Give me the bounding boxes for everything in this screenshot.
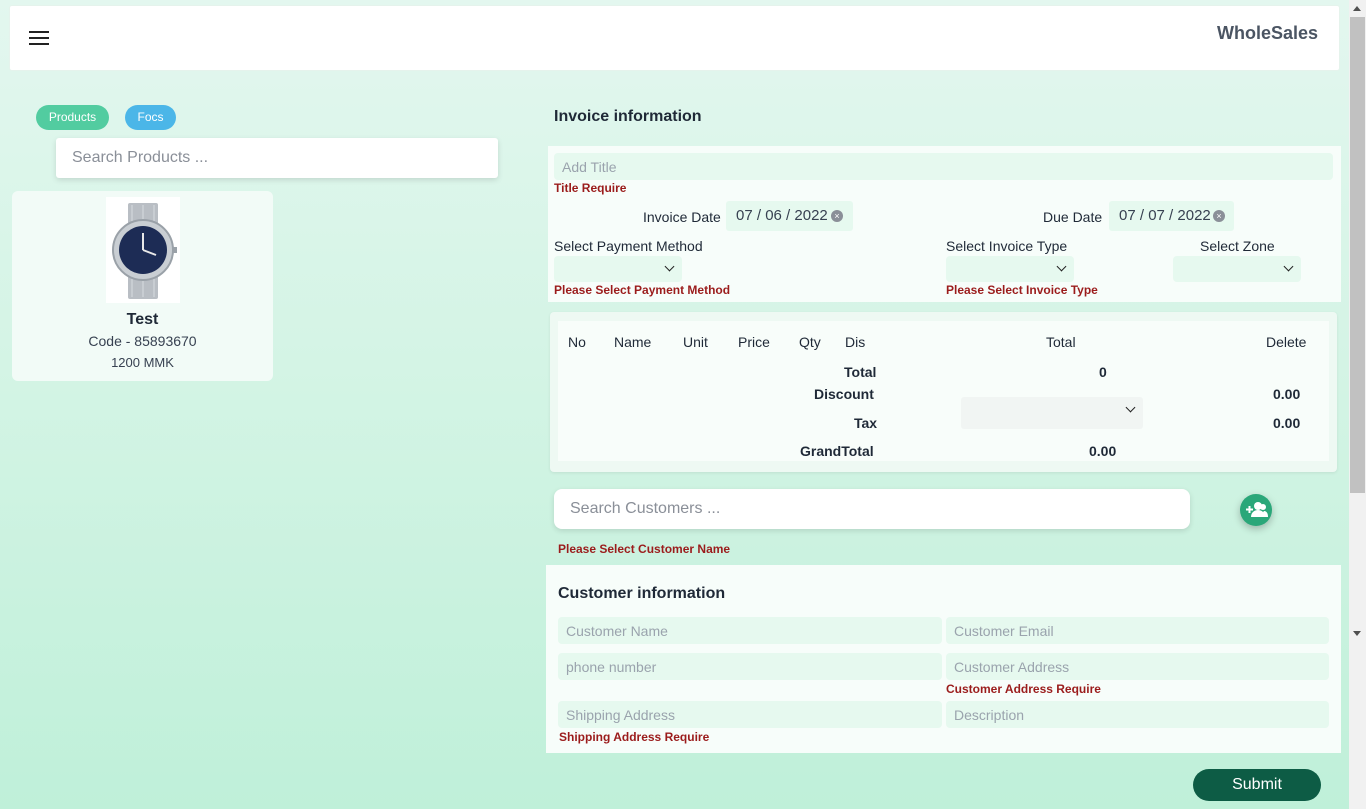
invoice-items-table: No Name Unit Price Qty Dis Total Delete … xyxy=(550,312,1337,472)
due-date-label: Due Date xyxy=(1043,209,1103,225)
shipping-address-field[interactable] xyxy=(558,701,942,728)
invoice-type-error: Please Select Invoice Type xyxy=(946,283,1098,297)
total-label: Total xyxy=(844,364,877,380)
product-code: Code - 85893670 xyxy=(88,333,197,349)
title-error: Title Require xyxy=(554,181,627,195)
watch-image xyxy=(106,197,180,303)
tab-focs[interactable]: Focs xyxy=(125,105,176,130)
product-name: Test xyxy=(126,311,159,328)
chevron-down-icon xyxy=(1283,261,1294,272)
chevron-down-icon xyxy=(1125,402,1136,413)
customer-name-error: Please Select Customer Name xyxy=(558,542,731,556)
invoice-title-input[interactable] xyxy=(554,153,1333,180)
column-header: Name xyxy=(614,334,652,350)
column-header: Qty xyxy=(799,334,821,350)
brand-title: WholeSales xyxy=(1216,23,1318,43)
add-user-button[interactable] xyxy=(1240,494,1272,526)
product-card[interactable]: Test Code - 85893670 1200 MMK xyxy=(12,191,273,381)
scroll-up-icon[interactable] xyxy=(1353,6,1361,11)
total-value: 0 xyxy=(1099,364,1107,380)
description-field[interactable] xyxy=(946,701,1329,728)
grand-total-label: GrandTotal xyxy=(800,443,874,459)
invoice-date-label: Invoice Date xyxy=(643,209,721,225)
invoice-information-heading: Invoice information xyxy=(554,108,702,125)
tax-select[interactable] xyxy=(961,397,1143,429)
invoice-date-input[interactable]: 07 / 06 / 2022 × xyxy=(726,201,853,231)
invoice-items-table-body: No Name Unit Price Qty Dis Total Delete … xyxy=(558,321,1329,461)
customer-email-field[interactable] xyxy=(946,617,1329,644)
grand-total-value: 0.00 xyxy=(1089,443,1117,459)
zone-select[interactable] xyxy=(1173,256,1301,282)
column-header: Unit xyxy=(683,334,708,350)
customer-address-field[interactable] xyxy=(946,653,1329,680)
scrollbar[interactable] xyxy=(1349,0,1366,809)
search-products-input[interactable] xyxy=(56,138,498,178)
scroll-thumb[interactable] xyxy=(1350,17,1365,493)
discount-label: Discount xyxy=(814,386,874,402)
column-header: Dis xyxy=(845,334,866,350)
chevron-down-icon xyxy=(664,261,675,272)
zone-label: Select Zone xyxy=(1200,238,1275,254)
clear-date-icon[interactable]: × xyxy=(831,210,843,222)
invoice-type-label: Select Invoice Type xyxy=(946,238,1068,254)
customer-name-field[interactable] xyxy=(558,617,942,644)
shipping-address-error: Shipping Address Require xyxy=(559,730,710,744)
tab-products[interactable]: Products xyxy=(36,105,109,130)
due-date-input[interactable]: 07 / 07 / 2022 × xyxy=(1109,201,1234,231)
invoice-date-year: 2022 xyxy=(794,207,828,224)
column-header: Price xyxy=(738,334,770,350)
submit-button[interactable]: Submit xyxy=(1193,769,1321,801)
due-date-year: 2022 xyxy=(1177,207,1211,224)
search-customers-input[interactable] xyxy=(554,489,1190,529)
column-header: No xyxy=(568,334,586,350)
phone-number-field[interactable] xyxy=(558,653,942,680)
payment-method-select[interactable] xyxy=(554,256,682,282)
payment-method-label: Select Payment Method xyxy=(554,238,703,254)
invoice-date-month: 07 xyxy=(736,207,753,224)
customer-address-error: Customer Address Require xyxy=(946,682,1101,696)
product-price: 1200 MMK xyxy=(111,355,174,370)
top-bar: WholeSales xyxy=(9,5,1340,71)
scroll-down-icon[interactable] xyxy=(1353,631,1361,636)
invoice-date-day: 06 xyxy=(765,207,782,224)
clear-date-icon[interactable]: × xyxy=(1213,210,1225,222)
customer-information-heading: Customer information xyxy=(558,585,726,602)
due-date-month: 07 xyxy=(1119,207,1136,224)
discount-value: 0.00 xyxy=(1273,386,1301,402)
hamburger-menu-icon[interactable] xyxy=(29,31,49,47)
invoice-type-select[interactable] xyxy=(946,256,1074,282)
payment-method-error: Please Select Payment Method xyxy=(554,283,731,297)
column-header: Total xyxy=(1046,334,1076,350)
tax-value: 0.00 xyxy=(1273,415,1301,431)
tax-label: Tax xyxy=(854,415,878,431)
chevron-down-icon xyxy=(1056,261,1067,272)
column-header: Delete xyxy=(1266,334,1307,350)
add-user-icon xyxy=(1246,502,1268,517)
due-date-day: 07 xyxy=(1148,207,1165,224)
